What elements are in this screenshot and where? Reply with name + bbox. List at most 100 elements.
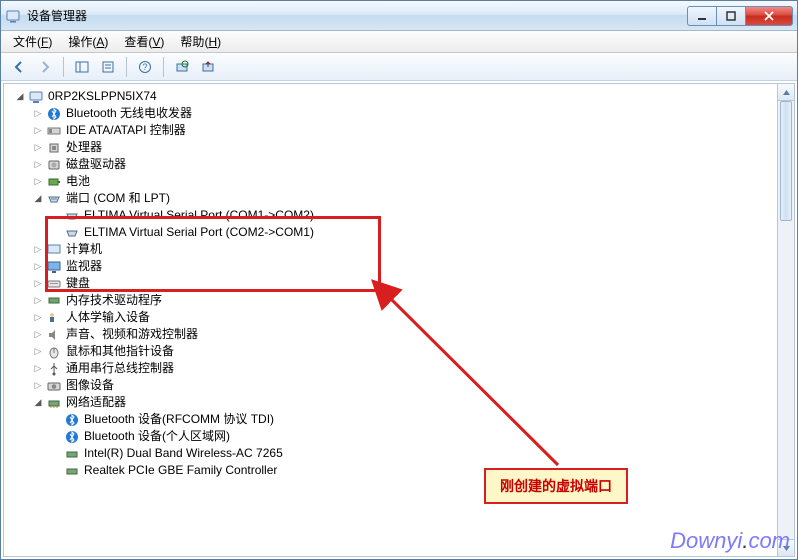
expand-icon[interactable]	[32, 275, 44, 292]
tree-item-disk[interactable]: 磁盘驱动器	[32, 156, 773, 173]
expand-icon[interactable]	[32, 105, 44, 122]
expand-icon[interactable]	[32, 156, 44, 173]
scroll-up-button[interactable]	[778, 84, 794, 101]
tree-item-vsp2[interactable]: ELTIMA Virtual Serial Port (COM2->COM1)	[50, 224, 773, 241]
expand-icon[interactable]	[14, 88, 26, 105]
expand-icon[interactable]	[32, 258, 44, 275]
show-hide-tree-button[interactable]	[70, 56, 94, 78]
menu-action[interactable]: 操作(A)	[60, 31, 116, 52]
expand-icon[interactable]	[32, 292, 44, 309]
tree-item-monitor[interactable]: 监视器	[32, 258, 773, 275]
app-icon	[5, 8, 21, 24]
tree-item-usb[interactable]: 通用串行总线控制器	[32, 360, 773, 377]
properties-button[interactable]	[96, 56, 120, 78]
mouse-icon	[46, 344, 62, 360]
tree-item-net-bt-pan[interactable]: Bluetooth 设备(个人区域网)	[50, 428, 773, 445]
port-icon	[64, 208, 80, 224]
computer-icon	[46, 242, 62, 258]
battery-icon	[46, 174, 62, 190]
expand-icon[interactable]	[32, 309, 44, 326]
port-icon	[64, 225, 80, 241]
sound-icon	[46, 327, 62, 343]
scroll-thumb[interactable]	[780, 101, 792, 221]
forward-button[interactable]	[33, 56, 57, 78]
tree-root-label: 0RP2KSLPPN5IX74	[48, 88, 157, 105]
close-button[interactable]	[745, 6, 793, 26]
expand-icon[interactable]	[32, 190, 44, 207]
tree-item-cpu[interactable]: 处理器	[32, 139, 773, 156]
scroll-track[interactable]	[778, 101, 794, 539]
tree-item-network[interactable]: 网络适配器	[32, 394, 773, 411]
minimize-button[interactable]	[687, 6, 717, 26]
menubar: 文件(F) 操作(A) 查看(V) 帮助(H)	[1, 31, 797, 53]
bluetooth-icon	[46, 106, 62, 122]
monitor-icon	[46, 259, 62, 275]
toolbar-separator	[126, 57, 127, 77]
bluetooth-icon	[64, 429, 80, 445]
tree-root[interactable]: 0RP2KSLPPN5IX74	[14, 88, 773, 105]
controller-icon	[46, 123, 62, 139]
tree-item-net-bt-rfcomm[interactable]: Bluetooth 设备(RFCOMM 协议 TDI)	[50, 411, 773, 428]
expand-icon[interactable]	[32, 360, 44, 377]
window-title: 设备管理器	[27, 7, 87, 24]
expand-icon[interactable]	[32, 173, 44, 190]
usb-icon	[46, 361, 62, 377]
toolbar-separator	[63, 57, 64, 77]
tree-item-net-realtek[interactable]: Realtek PCIe GBE Family Controller	[50, 462, 773, 479]
maximize-button[interactable]	[716, 6, 746, 26]
tree-item-bluetooth-radio[interactable]: Bluetooth 无线电收发器	[32, 105, 773, 122]
disk-icon	[46, 157, 62, 173]
hid-icon	[46, 310, 62, 326]
tree-item-imaging[interactable]: 图像设备	[32, 377, 773, 394]
menu-help[interactable]: 帮助(H)	[172, 31, 229, 52]
tree-item-ports[interactable]: 端口 (COM 和 LPT)	[32, 190, 773, 207]
expand-icon[interactable]	[32, 377, 44, 394]
device-tree[interactable]: 0RP2KSLPPN5IX74 Bluetooth 无线电收发器 IDE ATA…	[3, 83, 778, 557]
svg-text:?: ?	[142, 62, 147, 72]
expand-icon[interactable]	[32, 241, 44, 258]
ports-children: ELTIMA Virtual Serial Port (COM1->COM2) …	[32, 207, 773, 241]
camera-icon	[46, 378, 62, 394]
tree-item-mouse[interactable]: 鼠标和其他指针设备	[32, 343, 773, 360]
scan-hardware-button[interactable]	[170, 56, 194, 78]
tree-item-net-intel[interactable]: Intel(R) Dual Band Wireless-AC 7265	[50, 445, 773, 462]
bluetooth-icon	[64, 412, 80, 428]
update-driver-button[interactable]	[196, 56, 220, 78]
device-manager-window: 设备管理器 文件(F) 操作(A) 查看(V) 帮助(H) ? 0RP	[0, 0, 798, 560]
scroll-down-button[interactable]	[778, 539, 794, 556]
tree-item-battery[interactable]: 电池	[32, 173, 773, 190]
menu-view[interactable]: 查看(V)	[116, 31, 172, 52]
cpu-icon	[46, 140, 62, 156]
vertical-scrollbar[interactable]	[778, 83, 795, 557]
content-area: 0RP2KSLPPN5IX74 Bluetooth 无线电收发器 IDE ATA…	[1, 81, 797, 559]
expand-icon[interactable]	[32, 326, 44, 343]
menu-file[interactable]: 文件(F)	[5, 31, 60, 52]
expand-icon[interactable]	[32, 343, 44, 360]
tree-item-ide[interactable]: IDE ATA/ATAPI 控制器	[32, 122, 773, 139]
back-button[interactable]	[7, 56, 31, 78]
tree-item-hid[interactable]: 人体学输入设备	[32, 309, 773, 326]
help-button[interactable]: ?	[133, 56, 157, 78]
tree-item-computer[interactable]: 计算机	[32, 241, 773, 258]
expand-icon[interactable]	[32, 122, 44, 139]
window-controls	[688, 6, 793, 26]
network-adapter-icon	[64, 446, 80, 462]
expand-icon[interactable]	[32, 394, 44, 411]
tree-children: Bluetooth 无线电收发器 IDE ATA/ATAPI 控制器 处理器 磁…	[14, 105, 773, 479]
expand-icon[interactable]	[32, 139, 44, 156]
keyboard-icon	[46, 276, 62, 292]
computer-icon	[28, 89, 44, 105]
annotation-callout: 刚创建的虚拟端口	[484, 468, 628, 504]
network-adapter-icon	[64, 463, 80, 479]
network-children: Bluetooth 设备(RFCOMM 协议 TDI) Bluetooth 设备…	[32, 411, 773, 479]
network-icon	[46, 395, 62, 411]
tree-item-keyboard[interactable]: 键盘	[32, 275, 773, 292]
toolbar: ?	[1, 53, 797, 81]
tree-item-memtech[interactable]: 内存技术驱动程序	[32, 292, 773, 309]
toolbar-separator	[163, 57, 164, 77]
tree-item-sound[interactable]: 声音、视频和游戏控制器	[32, 326, 773, 343]
titlebar: 设备管理器	[1, 1, 797, 31]
tree-item-vsp1[interactable]: ELTIMA Virtual Serial Port (COM1->COM2)	[50, 207, 773, 224]
annotation-callout-text: 刚创建的虚拟端口	[500, 478, 612, 494]
port-icon	[46, 191, 62, 207]
